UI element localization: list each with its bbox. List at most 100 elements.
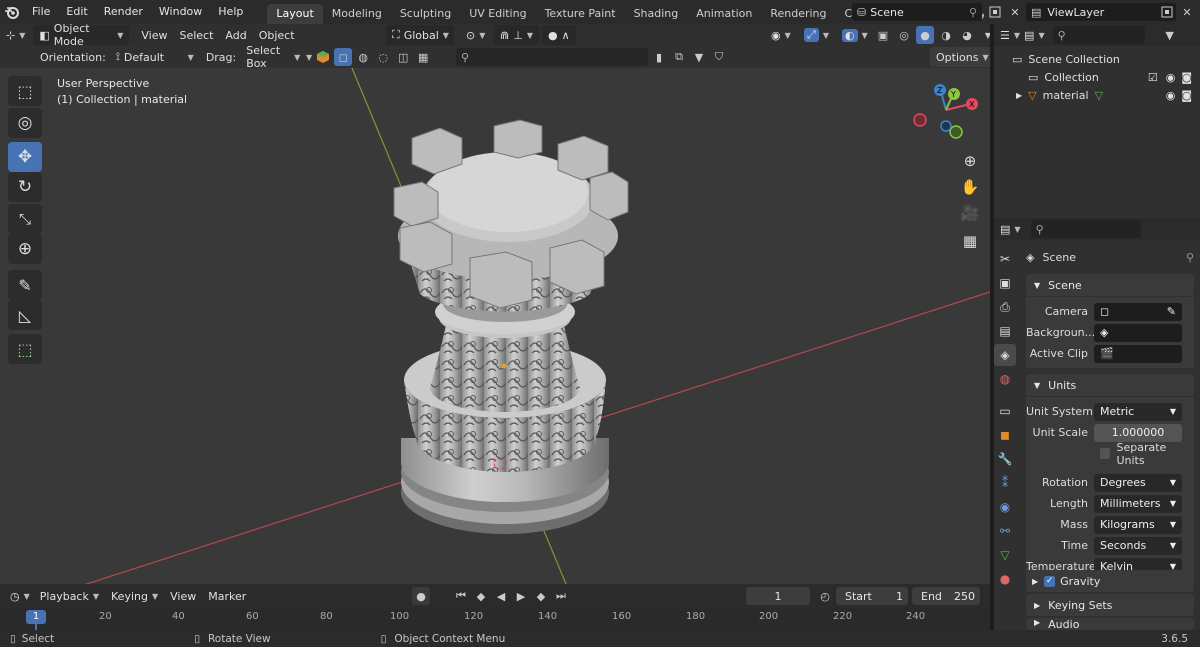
workspace-tab-uv-editing[interactable]: UV Editing [460,4,535,24]
viewport-menu-add[interactable]: Add [219,25,252,45]
scene-tab-icon[interactable]: ◈ [994,344,1016,366]
physics-tab-icon[interactable]: ◉ [994,496,1016,518]
transform-orientation-dropdown[interactable]: ⛶ Global ▼ [386,25,454,45]
separate-units-checkbox[interactable] [1100,448,1111,459]
viewport-search-input[interactable]: ⚲ [456,48,648,66]
workspace-tab-layout[interactable]: Layout [267,4,323,24]
stopwatch-icon[interactable]: ◴ [816,587,834,605]
prev-keyframe-icon[interactable]: ◆ [472,587,490,605]
workspace-tab-sculpting[interactable]: Sculpting [391,4,460,24]
bookmark-icon[interactable]: ▮ [650,48,668,66]
tool-cursor[interactable]: ◎ [8,108,42,138]
outliner-search-input[interactable]: ⚲ [1052,26,1145,44]
workspace-tab-shading[interactable]: Shading [625,4,688,24]
start-frame-field[interactable]: Start 1 [836,587,908,605]
menu-edit[interactable]: Edit [58,0,95,24]
outliner-item-collection[interactable]: ▭ Collection ☑ ◉ ◙ [994,68,1200,86]
next-keyframe-icon[interactable]: ◆ [532,587,550,605]
orientation-dropdown[interactable]: ⟟ Default ▼ [110,47,200,67]
blender-logo-icon[interactable] [0,5,24,19]
timeline-editor-type[interactable]: ◷ ▼ [6,586,34,606]
viewport-menu-object[interactable]: Object [253,25,301,45]
mode-dropdown[interactable]: ◧ Object Mode ▼ [33,24,130,48]
jump-start-icon[interactable]: ⏮ [452,587,470,605]
render-tab-icon[interactable]: ▣ [994,272,1016,294]
pan-hand-icon[interactable]: ✋ [957,174,983,200]
ortho-grid-icon[interactable]: ▦ [957,228,983,254]
constraints-tab-icon[interactable]: ⚯ [994,520,1016,542]
camera-icon[interactable]: ◙ [1181,89,1192,102]
timeline-view-menu[interactable]: View [164,586,202,606]
menu-file[interactable]: File [24,0,58,24]
xray-icon[interactable]: ▣ [874,26,892,44]
new-view-layer-icon[interactable] [1158,3,1176,21]
snap-toggle[interactable]: ⋒ ⊥ ▼ [494,25,539,45]
time-dropdown[interactable]: Seconds ▼ [1094,536,1182,555]
overlay-toggle[interactable]: ◐ ▼ [836,25,874,45]
menu-window[interactable]: Window [151,0,210,24]
select-intersect-icon[interactable]: ▦ [414,48,432,66]
play-reverse-icon[interactable]: ◀ [492,587,510,605]
particles-tab-icon[interactable]: ⁑ [994,472,1016,494]
eyedropper-icon[interactable]: ✎ [1167,305,1176,318]
length-dropdown[interactable]: Millimeters ▼ [1094,494,1182,513]
material-tab-icon[interactable]: ● [994,568,1016,590]
viewport-menu-view[interactable]: View [135,25,173,45]
tool-rotate[interactable]: ↻ [8,172,42,202]
select-subtract-icon[interactable]: ◌ [374,48,392,66]
tool-select-box[interactable]: ⬚ [8,76,42,106]
wireframe-shading-icon[interactable]: ◎ [895,26,913,44]
properties-search-input[interactable]: ⚲ [1030,220,1141,238]
checkbox-icon[interactable]: ☑ [1148,71,1158,84]
proportional-edit-toggle[interactable]: ● ∧ [542,25,576,45]
current-frame-field[interactable]: 1 [746,587,810,605]
modifier-tab-icon[interactable]: 🔧 [994,448,1016,470]
select-new-icon[interactable]: ◻ [334,48,353,66]
scene-selector[interactable]: ⛁ Scene ⚲ [852,3,982,21]
unit-scale-field[interactable]: 1.000000 [1094,423,1182,442]
pin-icon[interactable]: ⚲ [969,6,977,19]
play-icon[interactable]: ▶ [512,587,530,605]
mesh-color-icon[interactable] [314,48,332,66]
jump-end-icon[interactable]: ⏭ [552,587,570,605]
outliner-editor-type[interactable]: ☰ ▼ [1000,25,1020,45]
workspace-tab-modeling[interactable]: Modeling [323,4,391,24]
data-tab-icon[interactable]: ▽ [994,544,1016,566]
unit-system-dropdown[interactable]: Metric ▼ [1094,402,1182,421]
shading-options-icon[interactable]: ▼ [979,26,990,44]
collection-tab-icon[interactable]: ▭ [994,400,1016,422]
units-panel-header[interactable]: ▼ Units [1026,374,1194,396]
eye-icon[interactable]: ◉ [1166,89,1176,102]
object-tab-icon[interactable]: ◼ [994,424,1016,446]
rendered-shading-icon[interactable]: ◕ [958,26,976,44]
collection-filter-icon[interactable]: ⧉ [670,48,688,66]
visibility-dropdown[interactable]: ◉ ▼ [765,25,797,45]
tool-tab-icon[interactable]: ✂ [994,248,1016,270]
mass-dropdown[interactable]: Kilograms ▼ [1094,515,1182,534]
gizmo-toggle[interactable]: ⤢ ▼ [798,25,835,45]
pivot-point-dropdown[interactable]: ⊙ ▼ [460,25,491,45]
zoom-icon[interactable]: ⊕ [957,148,983,174]
navigation-gizmo[interactable]: Z Y X [908,82,984,144]
options-dropdown[interactable]: Options ▼ [930,47,990,67]
expand-arrow-icon[interactable]: ▶ [1016,91,1022,100]
editor-type-dropdown[interactable]: ⊹ ▼ [0,25,31,45]
view-layer-tab-icon[interactable]: ▤ [994,320,1016,342]
rook-model[interactable] [393,119,629,534]
material-shading-icon[interactable]: ◑ [937,26,955,44]
scene-panel-header[interactable]: ▼ Scene [1026,274,1194,296]
audio-panel-header[interactable]: ▶ Audio [1026,618,1194,630]
output-tab-icon[interactable]: ⎙ [994,296,1016,318]
tool-measure[interactable]: ◺ [8,300,42,330]
select-extend-icon[interactable]: ◍ [354,48,372,66]
camera-icon[interactable]: ◙ [1181,71,1192,84]
timeline-ruler[interactable]: 1 20 40 60 80 100 120 140 160 180 200 22… [0,608,990,630]
tool-add-cube[interactable]: ⬚ [8,334,42,364]
delete-view-layer-icon[interactable]: ✕ [1178,3,1196,21]
solid-shading-icon[interactable]: ● [916,26,934,44]
workspace-tab-rendering[interactable]: Rendering [761,4,835,24]
menu-render[interactable]: Render [96,0,151,24]
pin-icon[interactable]: ⚲ [1186,251,1194,264]
drag-dropdown[interactable]: Select Box ▼ [240,44,306,70]
record-icon[interactable]: ● [412,587,430,605]
